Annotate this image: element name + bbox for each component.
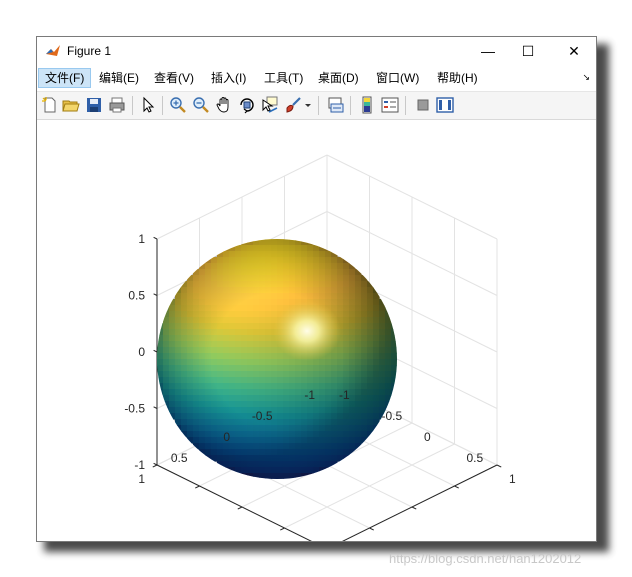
rotate-3d-icon[interactable]	[238, 96, 256, 114]
toolbar-separator	[162, 96, 163, 115]
minimize-icon: —	[481, 43, 495, 59]
figure-canvas[interactable]: 1 0.5 0 -0.5 -1 1 0.5 0 -0.5 -1 -1 -0.5 0 0.5 1	[37, 120, 596, 552]
show-plot-tools-icon[interactable]	[436, 96, 454, 114]
x-tick-label: -1	[304, 388, 315, 402]
pan-hand-icon[interactable]	[215, 96, 233, 114]
new-figure-icon[interactable]	[41, 96, 59, 114]
close-button[interactable]: ✕	[551, 37, 597, 65]
close-icon: ✕	[568, 42, 580, 59]
zoom-out-icon[interactable]	[192, 96, 210, 114]
y-tick-label: -0.5	[382, 409, 403, 423]
dropdown-arrow-icon[interactable]	[303, 96, 313, 114]
toolbar-separator	[405, 96, 406, 115]
z-tick-label: -1	[134, 458, 145, 472]
z-tick-label: 0	[138, 345, 145, 359]
y-tick	[496, 464, 502, 468]
save-icon[interactable]	[85, 96, 103, 114]
x-tick	[152, 464, 158, 468]
toolbar-separator	[318, 96, 319, 115]
z-tick-label: 1	[138, 232, 145, 246]
x-tick	[195, 485, 200, 489]
figure-toolbar	[37, 92, 596, 120]
z-tick	[153, 236, 158, 240]
sphere-surface	[157, 239, 397, 479]
x-tick-label: -0.5	[252, 409, 273, 423]
y-axis-line	[326, 464, 498, 550]
sphere-plot[interactable]: 10.50-0.5-110.50-0.5-1 -1-0.500.51	[37, 120, 596, 552]
x-tick	[280, 527, 285, 531]
y-tick-label: 0	[424, 430, 431, 444]
title-bar[interactable]: Figure 1 — ☐ ✕	[37, 37, 596, 65]
select-arrow-icon[interactable]	[139, 96, 157, 114]
brush-icon[interactable]	[284, 96, 302, 114]
print-icon[interactable]	[108, 96, 126, 114]
matlab-logo-icon	[45, 43, 61, 59]
menu-overflow-icon[interactable]: ↘	[582, 72, 590, 83]
menu-window[interactable]: 窗口(W)	[370, 68, 425, 88]
colorbar-icon[interactable]	[358, 96, 376, 114]
zoom-in-icon[interactable]	[169, 96, 187, 114]
menu-bar: 文件(F) 编辑(E) 查看(V) 插入(I) 工具(T) 桌面(D) 窗口(W…	[37, 65, 596, 92]
hide-plot-tools-icon[interactable]	[414, 96, 432, 114]
window-title: Figure 1	[67, 44, 112, 58]
x-tick-label: 1	[138, 472, 145, 486]
data-cursor-icon[interactable]	[261, 96, 279, 114]
z-tick	[153, 349, 158, 353]
z-tick	[153, 406, 158, 409]
y-tick-label: 0.5	[467, 451, 484, 465]
z-tick-label: -0.5	[124, 402, 145, 416]
y-tick-label: 1	[509, 472, 516, 486]
x-tick-label: 0.5	[171, 451, 188, 465]
toolbar-separator	[132, 96, 133, 115]
legend-icon[interactable]	[381, 96, 399, 114]
y-tick-label: -1	[339, 388, 350, 402]
menu-view[interactable]: 查看(V)	[148, 68, 200, 88]
z-tick	[153, 293, 158, 296]
y-tick	[454, 485, 459, 489]
menu-file[interactable]: 文件(F)	[38, 68, 92, 88]
z-tick-label: 0.5	[128, 289, 145, 303]
maximize-button[interactable]: ☐	[505, 37, 551, 65]
watermark-text: https://blog.csdn.net/han1202012	[389, 551, 582, 566]
menu-help[interactable]: 帮助(H)	[431, 68, 484, 88]
menu-tools[interactable]: 工具(T)	[258, 68, 309, 88]
grid-line	[326, 464, 498, 550]
figure-window: Figure 1 — ☐ ✕ 文件(F) 编辑(E) 查看(V) 插入(I) 工…	[36, 36, 597, 552]
y-tick	[369, 527, 374, 531]
specular-highlight	[273, 301, 341, 361]
sphere-edge-shade	[157, 239, 397, 479]
menu-edit[interactable]: 编辑(E)	[93, 68, 145, 88]
y-tick	[411, 506, 417, 510]
menu-desktop[interactable]: 桌面(D)	[312, 68, 365, 88]
open-file-icon[interactable]	[62, 96, 80, 114]
link-plot-icon[interactable]	[327, 96, 345, 114]
menu-insert[interactable]: 插入(I)	[205, 68, 252, 88]
x-tick	[237, 506, 243, 510]
maximize-icon: ☐	[521, 42, 535, 59]
x-tick-label: 0	[223, 430, 230, 444]
toolbar-separator	[350, 96, 351, 115]
